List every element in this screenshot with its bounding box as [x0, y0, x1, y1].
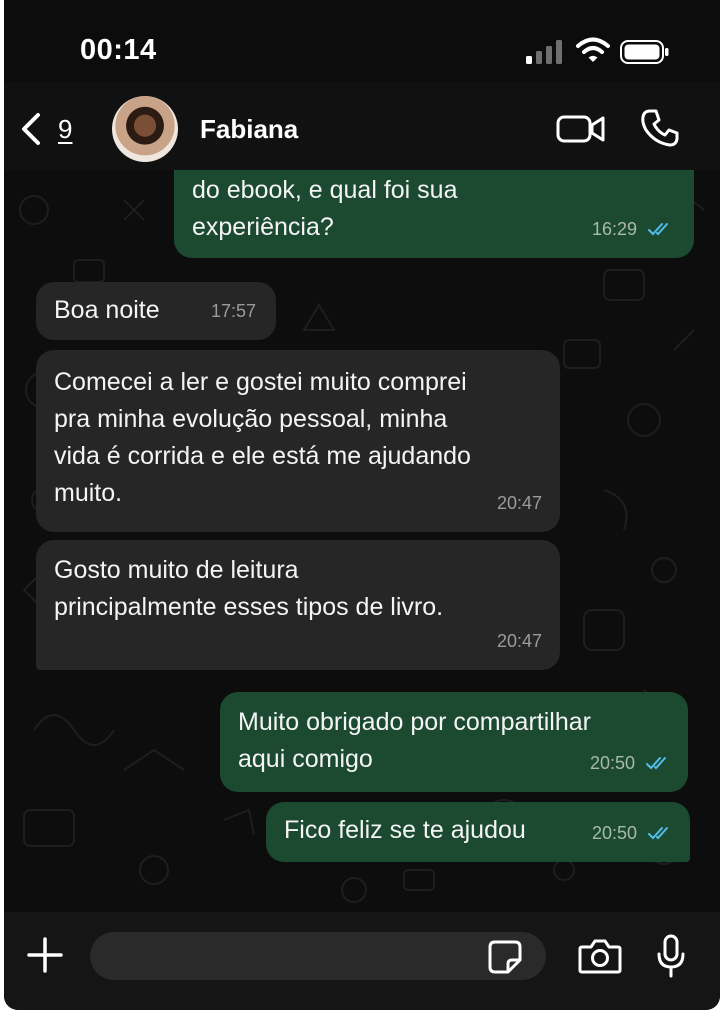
message-time: 20:47: [496, 493, 542, 513]
message-time: 20:47: [496, 631, 542, 651]
back-chevron-icon[interactable]: [18, 112, 44, 146]
message-input[interactable]: [90, 932, 546, 980]
message-list[interactable]: do ebook, e qual foi sua experiência? 16…: [4, 170, 720, 912]
message-text-line: Comecei a ler e gostei muito comprei: [54, 368, 467, 396]
wifi-icon: [576, 37, 610, 62]
message-text: Fico feliz se te ajudou: [284, 816, 526, 844]
message-text-line: Gosto muito de leitura: [54, 556, 299, 584]
avatar[interactable]: [112, 96, 178, 162]
double-check-icon: [648, 827, 668, 840]
phone-call-icon[interactable]: [640, 108, 680, 148]
unread-count[interactable]: 9: [58, 114, 72, 145]
message-text-line: vida é corrida e ele está me ajudando: [54, 442, 471, 470]
contact-name[interactable]: Fabiana: [200, 114, 298, 145]
message-time: 17:57: [210, 301, 256, 321]
message-time: 16:29: [591, 219, 637, 239]
message-time: 20:50: [589, 753, 635, 773]
double-check-icon: [646, 757, 666, 770]
message-text-line: pra minha evolução pessoal, minha: [54, 405, 448, 433]
message-bubble-incoming[interactable]: Boa noite 17:57: [36, 282, 276, 340]
message-text-line: Muito obrigado por compartilhar: [238, 708, 591, 736]
message-bubble-outgoing[interactable]: Fico feliz se te ajudou 20:50: [266, 802, 690, 862]
message-bubble-outgoing[interactable]: Muito obrigado por compartilhar aqui com…: [220, 692, 688, 792]
message-text-line: muito.: [54, 479, 123, 507]
message-text: Boa noite: [54, 296, 160, 324]
camera-icon[interactable]: [578, 938, 622, 974]
status-time: 00:14: [80, 34, 157, 66]
status-bar: 00:14: [4, 0, 720, 80]
composer-bar: [4, 912, 720, 1010]
message-text-line: principalmente esses tipos de livro.: [54, 593, 444, 621]
double-check-icon: [648, 223, 668, 236]
message-bubble-outgoing[interactable]: do ebook, e qual foi sua experiência? 16…: [174, 170, 694, 258]
message-bubble-incoming[interactable]: Comecei a ler e gostei muito comprei pra…: [36, 350, 560, 532]
video-call-icon[interactable]: [556, 112, 606, 146]
message-time: 20:50: [591, 823, 637, 843]
phone-screen: 00:14 9 Fabiana do ebook, e qual foi sua…: [4, 0, 720, 1010]
message-bubble-incoming[interactable]: Gosto muito de leitura principalmente es…: [36, 540, 560, 670]
battery-icon: [620, 40, 669, 64]
signal-bars-icon: [526, 40, 562, 64]
plus-icon[interactable]: [26, 936, 64, 974]
sticker-icon[interactable]: [488, 940, 522, 974]
microphone-icon[interactable]: [656, 934, 686, 978]
chat-header: 9 Fabiana: [4, 82, 720, 171]
message-text-line: do ebook, e qual foi sua: [192, 176, 458, 204]
